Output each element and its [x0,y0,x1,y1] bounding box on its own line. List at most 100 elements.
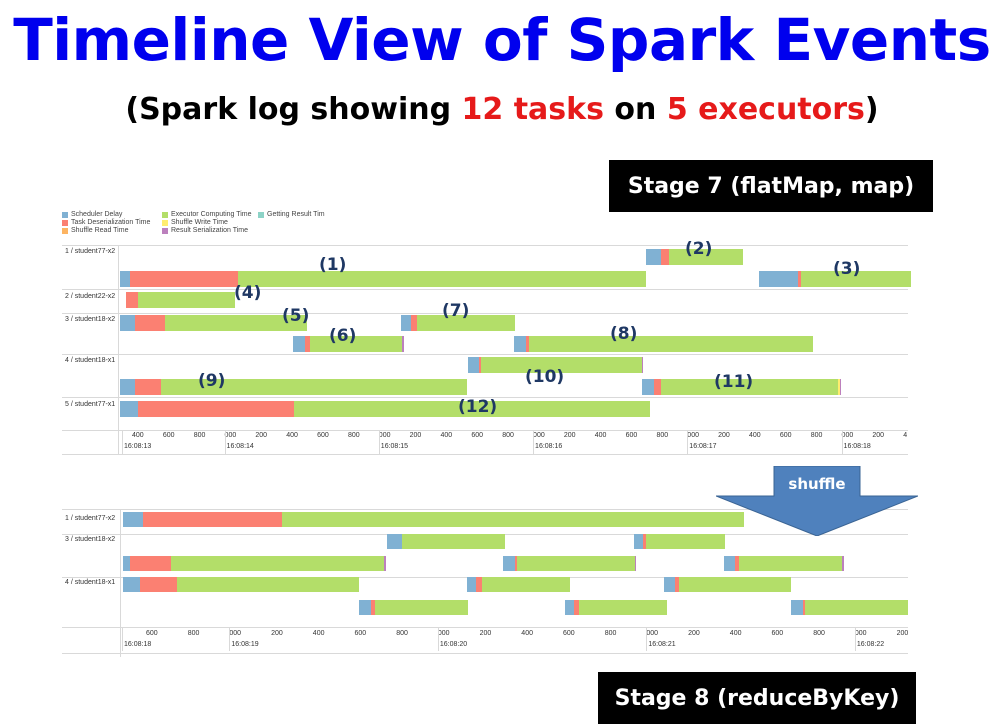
task-4-computing [138,292,235,308]
task-5-scheduler-delay [120,315,135,331]
time-gridline [437,627,439,651]
task-8-scheduler-delay [514,336,526,352]
executor-name: 3 / student18-x2 [65,316,116,323]
axis-tick-label: 400 [521,630,533,637]
task-s8-4-deserialization [130,556,171,571]
task-1-scheduler-delay [120,271,130,287]
executor-name: 2 / student22-x2 [65,293,116,300]
axis-tick-label: 000 [378,432,391,439]
legend-swatch [62,227,68,234]
task-s8-1-computing [282,512,744,527]
axis-tick-label: 200 [271,630,283,637]
task-11-deserialization [654,379,661,395]
row-divider [62,289,908,290]
legend-label: Getting Result Tim [267,211,325,218]
task-s8-2-computing [402,534,505,549]
time-label: 16:08:14 [226,443,254,450]
executor-name: 4 / student18-x1 [65,357,116,364]
task-s8-12-scheduler-delay [791,600,803,615]
legend-swatch [62,219,68,226]
time-gridline [224,430,226,454]
task-label: (5) [282,306,310,326]
task-s8-5-result-serialization [635,556,636,571]
task-s8-11-computing [579,600,667,615]
time-gridline [122,430,123,454]
task-s8-6-result-serialization [842,556,844,571]
axis-tick-label: 600 [354,630,367,637]
executor-name: 1 / student77-x2 [65,515,116,522]
task-11-scheduler-delay [642,379,654,395]
task-label: (3) [833,259,861,279]
axis-tick-label: 400 [286,432,298,439]
task-label: (8) [610,324,638,344]
axis-tick-label: 000 [687,432,699,439]
task-1-deserialization [130,271,238,287]
task-s8-6-computing [739,556,842,571]
axis-tick-label: 4 [903,432,908,439]
row-divider [62,430,908,431]
axis-tick-label: 600 [317,432,329,439]
axis-tick-label: 200 [718,432,730,439]
axis-tick-label: 400 [729,630,742,637]
axis-tick-label: 800 [656,432,669,439]
task-5-deserialization [135,315,165,331]
task-s8-5-scheduler-delay [503,556,515,571]
executor-name: 5 / student77-x1 [65,401,116,408]
axis-tick-label: 200 [255,432,268,439]
axis-tick-label: 200 [872,432,885,439]
time-label: 16:08:18 [843,443,871,450]
row-divider [62,627,908,628]
executor-name: 3 / student18-x2 [65,536,116,543]
axis-tick-label: 000 [841,432,854,439]
page-subtitle: (Spark log showing 12 tasks on 5 executo… [0,88,1004,132]
legend-item: Result Serialization Time [162,227,248,234]
task-11-result-serialization [840,379,841,395]
task-3-scheduler-delay [759,271,798,287]
axis-tick-label: 200 [479,630,492,637]
task-6-scheduler-delay [293,336,305,352]
task-s8-5-computing [517,556,635,571]
time-label: 16:08:21 [648,641,676,648]
axis-tick-label: 800 [810,432,823,439]
axis-tick-label: 400 [312,630,325,637]
axis-tick-label: 600 [471,432,484,439]
axis-tick-label: 000 [646,630,659,637]
axis-tick-label: 400 [594,432,607,439]
legend-item: Getting Result Tim [258,211,325,218]
task-label: (12) [458,397,498,417]
time-gridline [378,430,380,454]
axis-tick-label: 400 [749,432,761,439]
task-s8-4-result-serialization [384,556,386,571]
task-s8-4-scheduler-delay [123,556,130,571]
time-gridline [687,430,689,454]
task-label: (11) [714,372,754,392]
legend-label: Shuffle Read Time [71,227,129,234]
axis-baseline [62,653,908,654]
task-label: (1) [319,255,347,275]
task-label: (7) [442,301,470,321]
task-s8-7-scheduler-delay [123,577,140,592]
legend-swatch [162,219,168,226]
legend-label: Scheduler Delay [71,211,123,218]
legend-item: Shuffle Read Time [62,227,128,234]
axis-tick-label: 600 [146,630,158,637]
legend-label: Shuffle Write Time [171,219,228,226]
time-label: 16:08:15 [380,443,409,450]
task-s8-3-computing [646,534,725,549]
page-title: Timeline View of Spark Events [13,6,991,74]
label-column-divider [120,509,121,657]
time-label: 16:08:17 [689,443,717,450]
legend-swatch [62,211,68,218]
subtitle-middle: on [603,92,667,127]
task-2-deserialization [661,249,669,265]
axis-tick-label: 000 [854,630,867,637]
task-s8-6-scheduler-delay [724,556,735,571]
subtitle-prefix: (Spark log showing [125,92,462,127]
executor-name: 4 / student18-x1 [65,579,116,586]
task-s8-12-computing [805,600,908,615]
task-s8-3-scheduler-delay [634,534,643,549]
subtitle-task-count: 12 tasks [461,92,604,127]
task-8-computing [529,336,813,352]
task-s8-11-scheduler-delay [565,600,574,615]
axis-tick-label: 200 [563,432,576,439]
